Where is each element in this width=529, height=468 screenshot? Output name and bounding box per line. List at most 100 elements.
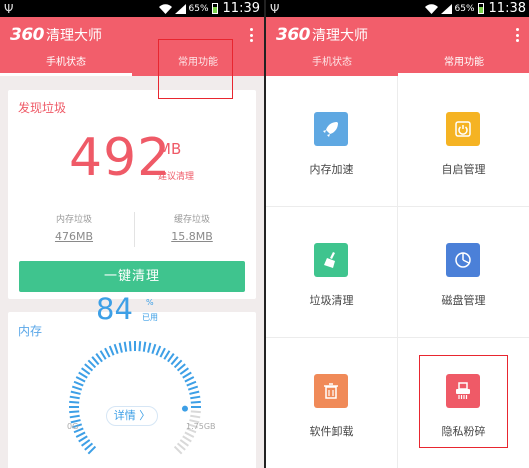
gauge-tick (138, 341, 142, 352)
tab-phone-status[interactable]: 手机状态 (266, 53, 398, 76)
gauge-tick (182, 371, 192, 379)
gauge-tick (190, 410, 201, 414)
gauge-tick (176, 363, 186, 372)
gauge-tick (91, 356, 100, 366)
app-bar: 360 清理大师 (266, 17, 529, 53)
gauge-tick (184, 431, 195, 438)
signal-icon (440, 3, 452, 14)
cache-junk-label: 缓存垃圾 (173, 215, 210, 225)
memory-junk-stat[interactable]: 内存垃圾 476MB (24, 212, 124, 243)
tool-junk-clean[interactable]: 垃圾清理 (266, 207, 398, 338)
cache-junk-value: 15.8MB (171, 230, 213, 243)
tool-disk-manager[interactable]: 磁盘管理 (398, 207, 529, 338)
usb-icon: Ψ (270, 1, 280, 16)
tool-label: 内存加速 (309, 163, 354, 176)
memory-junk-label: 内存垃圾 (55, 215, 92, 225)
app-logo: 360 清理大师 (10, 25, 102, 45)
gauge-tick (104, 347, 111, 358)
tool-autostart-manager[interactable]: 自启管理 (398, 76, 529, 207)
gauge-tick (190, 400, 201, 404)
gauge-tick (163, 350, 171, 360)
gauge-tick (186, 380, 197, 387)
status-bar: Ψ 65% 11:38 (266, 0, 529, 17)
rocket-icon (314, 112, 348, 146)
gauge-tick (78, 435, 88, 443)
stat-divider (134, 212, 135, 247)
gauge-max-label: 1.75GB (186, 422, 216, 431)
app-title: 清理大师 (312, 28, 368, 44)
tool-label: 软件卸载 (309, 425, 354, 438)
gauge-tick (73, 380, 84, 387)
gauge-tick (184, 376, 195, 383)
broom-icon (314, 243, 348, 277)
logo-number: 360 (276, 25, 311, 45)
gauge-tick (69, 400, 80, 404)
signal-icon (174, 3, 186, 14)
wifi-icon (424, 3, 438, 14)
logo-number: 360 (10, 25, 45, 45)
junk-amount: 492 (69, 128, 172, 188)
battery-percent: 65% (188, 3, 209, 14)
overflow-menu-icon[interactable] (246, 26, 256, 44)
battery-percent: 65% (454, 3, 475, 14)
gauge-tick (123, 341, 128, 352)
one-click-clean-button[interactable]: 一键清理 (19, 261, 245, 292)
battery-icon (477, 3, 484, 14)
gauge-tick (151, 343, 157, 355)
trash-icon (314, 374, 348, 408)
tab-bar: 手机状态 常用功能 (266, 53, 529, 76)
memory-used-label: 已用 (142, 313, 158, 322)
tool-label: 自启管理 (441, 163, 486, 176)
power-icon (446, 112, 480, 146)
gauge-tick (128, 341, 132, 352)
gauge-tick (147, 342, 152, 353)
app-title: 清理大师 (46, 28, 102, 44)
memory-card: 内存 (8, 312, 256, 468)
memory-percent-sign: % (146, 298, 154, 307)
gauge-tick (75, 431, 86, 438)
gauge-tick (176, 442, 186, 451)
gauge-min-label: 0G (67, 422, 79, 431)
gauge-tick (99, 350, 107, 360)
memory-gauge (69, 341, 201, 455)
junk-card: 发现垃圾 492 MB 建议清理 内存垃圾 476MB 缓存垃圾 15.8MB … (8, 90, 256, 299)
gauge-tick (182, 435, 192, 443)
tool-label: 垃圾清理 (309, 294, 354, 307)
gauge-tick (87, 445, 97, 455)
gauge-tick (173, 359, 183, 369)
tool-label: 磁盘管理 (441, 294, 486, 307)
memory-percent: 84 (96, 292, 133, 326)
highlight-box-common-tab (158, 39, 233, 99)
gauge-tick (95, 353, 103, 363)
gauge-tick (81, 439, 91, 447)
gauge-tick (81, 367, 91, 375)
gauge-tick (84, 442, 94, 451)
memory-junk-value: 476MB (54, 230, 94, 243)
left-phone-screen: Ψ 65% 11:39 360 清理大师 手机状态 常用功能 发现垃圾 492 … (0, 0, 264, 468)
tool-app-uninstall[interactable]: 软件卸载 (266, 338, 398, 468)
gauge-tick (87, 359, 97, 369)
app-logo: 360 清理大师 (276, 25, 368, 45)
memory-card-title: 内存 (18, 324, 43, 338)
status-bar: Ψ 65% 11:39 (0, 0, 264, 17)
gauge-tick (179, 367, 189, 375)
gauge-tick (155, 345, 162, 356)
gauge-tick (118, 342, 123, 353)
highlight-box-privacy-shred (419, 355, 508, 448)
battery-icon (211, 3, 218, 14)
gauge-tick (69, 414, 80, 419)
junk-hint: 建议清理 (158, 172, 195, 182)
cache-junk-stat[interactable]: 缓存垃圾 15.8MB (142, 212, 242, 243)
gauge-tick (70, 390, 81, 395)
gauge-tick (113, 343, 119, 355)
tool-memory-boost[interactable]: 内存加速 (266, 76, 398, 207)
memory-details-button[interactable]: 详情 〉 (106, 406, 158, 426)
gauge-tick (71, 385, 83, 391)
gauge-tick (159, 347, 166, 358)
clock: 11:39 (222, 1, 260, 16)
overflow-menu-icon[interactable] (512, 26, 522, 44)
right-phone-screen: Ψ 65% 11:38 360 清理大师 手机状态 常用功能 内存加速 自启管理… (266, 0, 529, 468)
gauge-tick (69, 410, 80, 414)
gauge-tick (84, 363, 94, 372)
usb-icon: Ψ (4, 1, 14, 16)
